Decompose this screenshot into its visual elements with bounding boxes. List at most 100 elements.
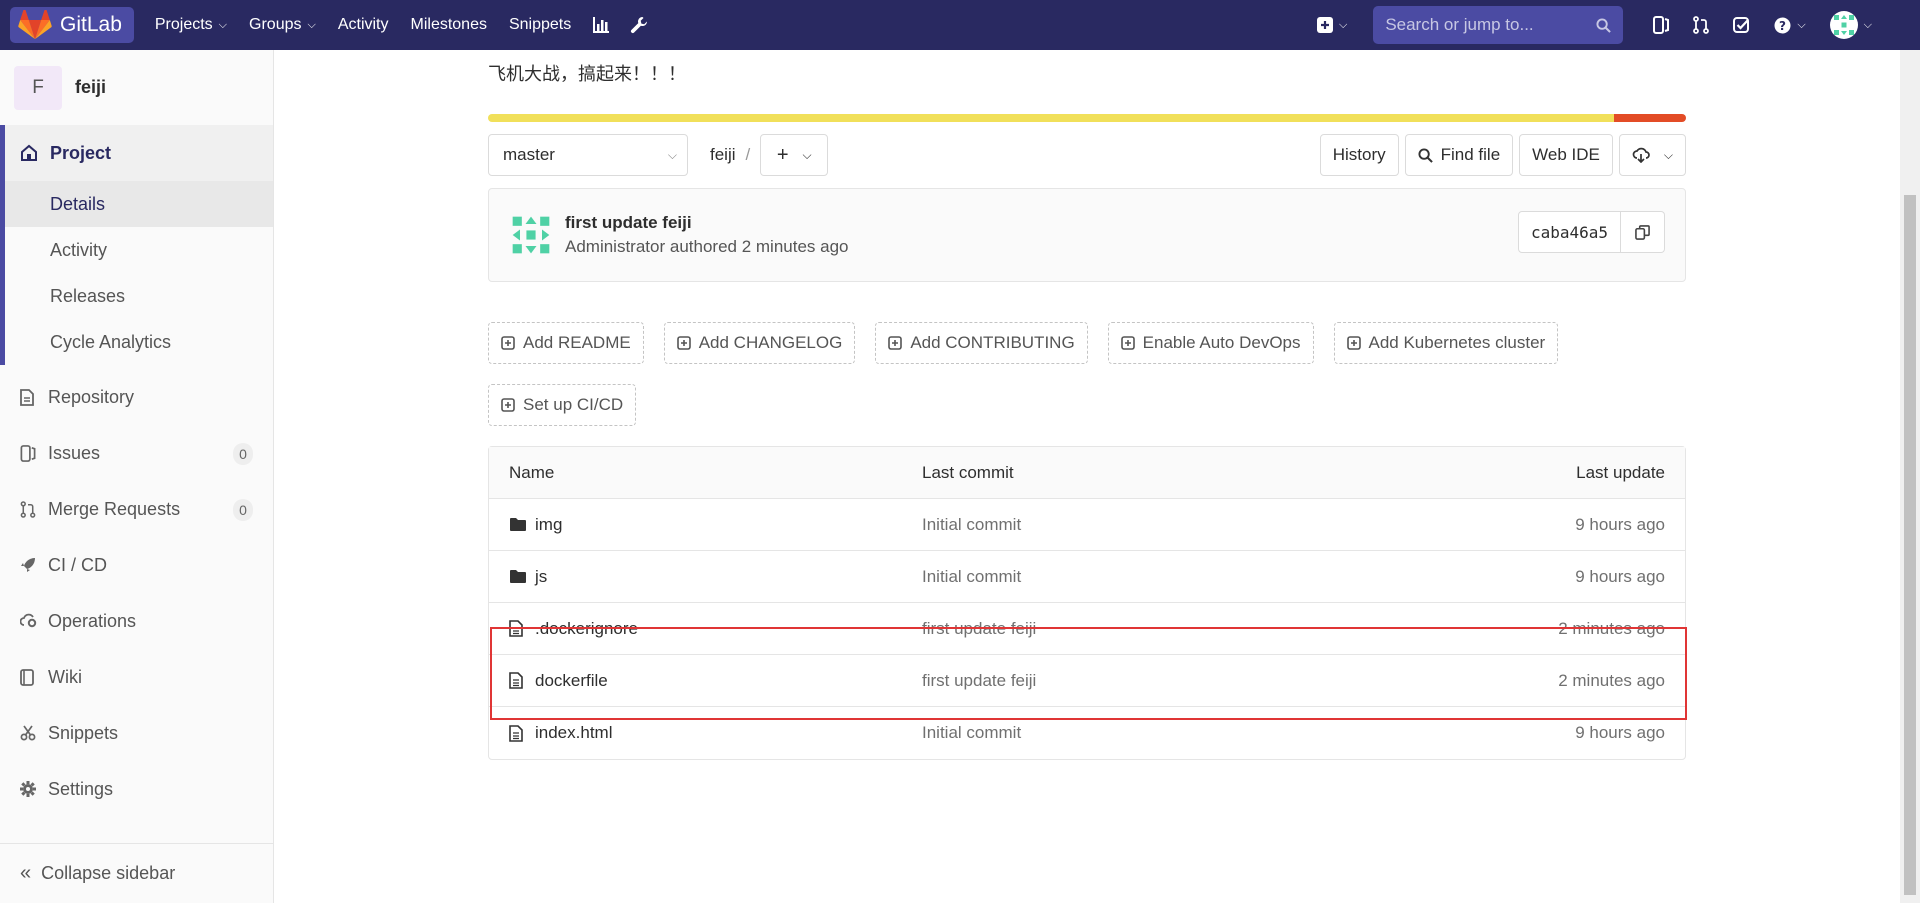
table-row[interactable]: js Initial commit 9 hours ago bbox=[489, 551, 1685, 603]
sidebar-item-operations[interactable]: Operations bbox=[0, 593, 273, 649]
project-description: 飞机大战，搞起来！！！ bbox=[488, 64, 686, 84]
book-icon bbox=[20, 668, 40, 686]
branch-name: master bbox=[503, 145, 555, 164]
row-last-commit-link[interactable]: Initial commit bbox=[922, 723, 1465, 743]
sidebar-item-repository-label: Repository bbox=[48, 386, 135, 407]
new-item-dropdown[interactable]: ⌵ bbox=[1305, 7, 1359, 43]
sidebar-item-issues-label: Issues bbox=[48, 442, 101, 463]
wrench-icon[interactable] bbox=[620, 7, 658, 43]
add-contributing-label: Add CONTRIBUTING bbox=[910, 333, 1075, 352]
user-menu[interactable]: ⌵ bbox=[1818, 7, 1884, 43]
nav-snippets[interactable]: Snippets bbox=[498, 7, 582, 43]
chevron-down-icon: ⌵ bbox=[667, 147, 677, 162]
project-main: 飞机大战，搞起来！！！ master ⌵ feiji / + ⌵ History… bbox=[488, 50, 1686, 760]
add-changelog-button[interactable]: Add CHANGELOG bbox=[663, 322, 856, 364]
issues-icon bbox=[20, 444, 40, 462]
file-name-link[interactable]: js bbox=[535, 567, 547, 587]
cloud-gear-icon bbox=[20, 613, 40, 629]
add-kubernetes-cluster-button[interactable]: Add Kubernetes cluster bbox=[1333, 322, 1559, 364]
nav-projects[interactable]: Projects ⌵ bbox=[144, 7, 238, 43]
merge-request-icon[interactable] bbox=[1681, 7, 1721, 43]
sidebar-item-activity-label: Activity bbox=[50, 239, 108, 260]
plus-square-icon bbox=[501, 398, 515, 412]
sidebar-item-settings-label: Settings bbox=[48, 778, 114, 799]
add-changelog-label: Add CHANGELOG bbox=[698, 333, 843, 352]
row-last-commit-link[interactable]: first update feiji bbox=[922, 671, 1465, 691]
sidebar-item-activity[interactable]: Activity bbox=[5, 227, 273, 273]
sidebar-item-releases[interactable]: Releases bbox=[5, 273, 273, 319]
sidebar-item-wiki[interactable]: Wiki bbox=[0, 649, 273, 705]
enable-auto-devops-button[interactable]: Enable Auto DevOps bbox=[1107, 322, 1314, 364]
double-chevron-left-icon: « bbox=[20, 862, 32, 884]
scrollbar-thumb[interactable] bbox=[1904, 195, 1916, 895]
repository-language-bar bbox=[488, 114, 1686, 122]
sidebar-item-releases-label: Releases bbox=[50, 285, 126, 306]
nav-milestones[interactable]: Milestones bbox=[400, 7, 498, 43]
file-name-link[interactable]: index.html bbox=[535, 723, 612, 743]
sidebar-item-issues[interactable]: Issues 0 bbox=[0, 425, 273, 481]
chevron-down-icon: ⌵ bbox=[1863, 18, 1872, 31]
find-file-button[interactable]: Find file bbox=[1404, 134, 1514, 176]
nav-groups[interactable]: Groups ⌵ bbox=[238, 7, 327, 43]
nav-snippets-label: Snippets bbox=[508, 16, 572, 33]
collapse-sidebar-button[interactable]: « Collapse sidebar bbox=[0, 843, 273, 903]
row-last-commit-link[interactable]: Initial commit bbox=[922, 515, 1465, 535]
row-last-update: 9 hours ago bbox=[1575, 566, 1665, 586]
sidebar-item-project[interactable]: Project bbox=[5, 125, 273, 181]
sidebar-item-details[interactable]: Details bbox=[5, 181, 273, 227]
help-dropdown[interactable]: ? ⌵ bbox=[1762, 7, 1817, 43]
nav-activity[interactable]: Activity bbox=[327, 7, 400, 43]
breadcrumb-root[interactable]: feiji bbox=[710, 145, 736, 165]
download-dropdown[interactable]: ⌵ bbox=[1618, 134, 1686, 176]
brand-name: GitLab bbox=[60, 13, 122, 36]
plus-square-icon bbox=[1316, 17, 1333, 33]
search-input[interactable]: Search or jump to... bbox=[1373, 6, 1624, 44]
language-segment-html[interactable] bbox=[1614, 114, 1686, 122]
row-last-commit-link[interactable]: Initial commit bbox=[922, 567, 1465, 587]
row-last-commit-link[interactable]: first update feiji bbox=[922, 619, 1465, 639]
table-row[interactable]: .dockerignore first update feiji 2 minut… bbox=[489, 603, 1685, 655]
sidebar-project-header[interactable]: F feiji bbox=[0, 50, 273, 125]
sidebar-item-cycle-analytics[interactable]: Cycle Analytics bbox=[5, 319, 273, 365]
sidebar-item-snippets[interactable]: Snippets bbox=[0, 705, 273, 761]
chevron-down-icon: ⌵ bbox=[218, 18, 228, 31]
chart-icon[interactable] bbox=[582, 7, 620, 43]
home-icon bbox=[21, 144, 37, 161]
add-to-tree-dropdown[interactable]: + ⌵ bbox=[760, 134, 829, 176]
add-readme-button[interactable]: Add README bbox=[488, 322, 644, 364]
merge-requests-count-badge: 0 bbox=[233, 499, 253, 521]
web-ide-button[interactable]: Web IDE bbox=[1519, 134, 1613, 176]
table-row[interactable]: dockerfile first update feiji 2 minutes … bbox=[489, 655, 1685, 707]
page-scrollbar[interactable] bbox=[1900, 50, 1920, 903]
sidebar-item-operations-label: Operations bbox=[48, 610, 137, 631]
sidebar-item-settings[interactable]: Settings bbox=[0, 761, 273, 817]
issues-icon[interactable] bbox=[1641, 7, 1681, 43]
plus-square-icon bbox=[888, 336, 903, 350]
nav-milestones-label: Milestones bbox=[410, 16, 487, 33]
search-icon bbox=[1418, 147, 1433, 163]
set-up-ci-cd-button[interactable]: Set up CI/CD bbox=[488, 384, 637, 426]
author-avatar[interactable] bbox=[509, 213, 553, 257]
file-name-link[interactable]: .dockerignore bbox=[535, 619, 638, 639]
file-name-link[interactable]: img bbox=[535, 515, 562, 535]
sidebar-item-ci-cd[interactable]: CI / CD bbox=[0, 537, 273, 593]
copy-sha-button[interactable] bbox=[1621, 211, 1665, 253]
language-segment-javascript[interactable] bbox=[488, 114, 1615, 122]
commit-sha[interactable]: caba46a5 bbox=[1517, 211, 1621, 253]
plus-square-icon bbox=[1346, 336, 1361, 350]
add-contributing-button[interactable]: Add CONTRIBUTING bbox=[875, 322, 1088, 364]
commit-title-link[interactable]: first update feiji bbox=[565, 213, 849, 233]
sidebar-item-merge-requests[interactable]: Merge Requests 0 bbox=[0, 481, 273, 537]
gitlab-home-link[interactable]: GitLab bbox=[10, 7, 134, 43]
table-row[interactable]: img Initial commit 9 hours ago bbox=[489, 499, 1685, 551]
nav-groups-label: Groups bbox=[249, 16, 302, 33]
todo-icon[interactable] bbox=[1721, 7, 1762, 43]
sidebar-item-repository[interactable]: Repository bbox=[0, 369, 273, 425]
table-row[interactable]: index.html Initial commit 9 hours ago bbox=[489, 707, 1685, 759]
branch-selector[interactable]: master ⌵ bbox=[488, 134, 688, 176]
history-button[interactable]: History bbox=[1319, 134, 1399, 176]
top-navbar: GitLab Projects ⌵ Groups ⌵ Activity Mile… bbox=[0, 0, 1920, 50]
project-name: feiji bbox=[75, 77, 107, 97]
sidebar-item-cycle-analytics-label: Cycle Analytics bbox=[50, 331, 172, 352]
file-name-link[interactable]: dockerfile bbox=[535, 671, 608, 691]
